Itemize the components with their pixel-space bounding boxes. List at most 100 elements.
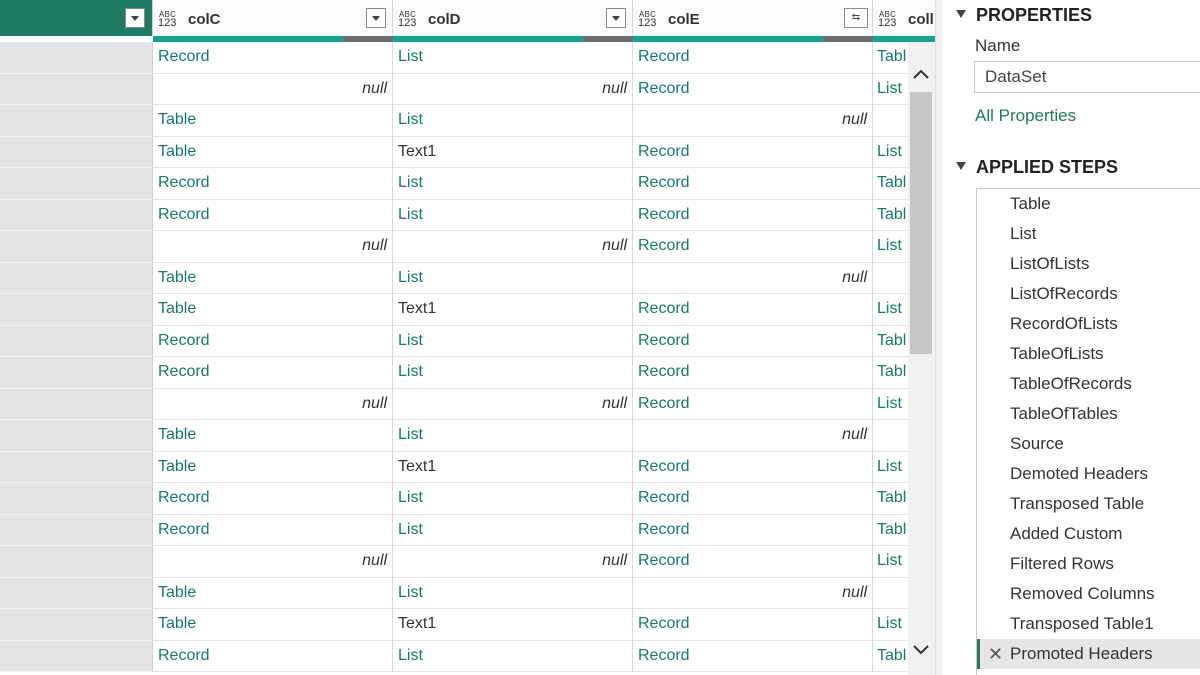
row-index-cell[interactable] [0, 420, 153, 452]
applied-step-item[interactable]: Demoted Headers [977, 459, 1200, 489]
row-index-cell[interactable] [0, 546, 153, 578]
row-index-cell[interactable] [0, 105, 153, 137]
table-cell[interactable]: null [393, 231, 633, 263]
table-cell[interactable]: List [393, 420, 633, 452]
table-cell[interactable]: null [153, 388, 393, 420]
table-cell[interactable]: List [393, 42, 633, 74]
any-type-icon[interactable]: ABC 123 [398, 10, 420, 30]
table-cell[interactable]: Table [153, 105, 393, 137]
table-cell[interactable]: Record [153, 483, 393, 515]
table-cell[interactable] [873, 420, 913, 452]
column-header-colC[interactable]: ABC 123 colC [153, 0, 393, 36]
delete-step-icon[interactable]: ✕ [988, 639, 1003, 669]
table-cell[interactable]: Record [153, 325, 393, 357]
table-cell[interactable]: List [873, 451, 913, 483]
table-cell[interactable]: Record [633, 514, 873, 546]
table-cell[interactable]: Tabl [873, 42, 913, 74]
any-type-icon[interactable]: ABC 123 [878, 10, 900, 30]
applied-step-item[interactable]: Filtered Rows [977, 549, 1200, 579]
table-cell[interactable]: Text1 [393, 609, 633, 641]
applied-step-item[interactable]: RecordOfLists [977, 309, 1200, 339]
row-index-cell[interactable] [0, 73, 153, 105]
pane-divider[interactable] [935, 0, 942, 675]
row-index-cell[interactable] [0, 514, 153, 546]
all-properties-link[interactable]: All Properties [975, 106, 1076, 126]
table-cell[interactable]: null [393, 388, 633, 420]
table-cell[interactable]: Record [153, 168, 393, 200]
table-cell[interactable]: Record [633, 609, 873, 641]
column-header-colD[interactable]: ABC 123 colD [393, 0, 633, 36]
table-cell[interactable]: List [393, 105, 633, 137]
any-type-icon[interactable]: ABC 123 [158, 10, 180, 30]
applied-step-item[interactable]: ListOfRecords [977, 279, 1200, 309]
vertical-scrollbar[interactable] [908, 42, 935, 675]
row-index-cell[interactable] [0, 577, 153, 609]
table-cell[interactable]: Text1 [393, 451, 633, 483]
applied-step-item[interactable]: Transposed Table1 [977, 609, 1200, 639]
query-name-input[interactable] [974, 61, 1200, 93]
table-cell[interactable]: Table [153, 136, 393, 168]
applied-step-item[interactable]: Removed Columns [977, 579, 1200, 609]
row-index-cell[interactable] [0, 451, 153, 483]
table-cell[interactable]: null [633, 105, 873, 137]
applied-step-item[interactable]: Source [977, 429, 1200, 459]
table-cell[interactable]: Text1 [393, 294, 633, 326]
applied-step-item[interactable]: Transposed Table [977, 489, 1200, 519]
table-cell[interactable]: Table [153, 294, 393, 326]
table-cell[interactable]: Record [633, 483, 873, 515]
row-index-cell[interactable] [0, 231, 153, 263]
filter-dropdown-icon[interactable] [606, 8, 626, 28]
table-cell[interactable]: List [873, 231, 913, 263]
table-cell[interactable]: null [153, 546, 393, 578]
table-cell[interactable]: Record [633, 73, 873, 105]
table-cell[interactable]: Record [633, 231, 873, 263]
table-cell[interactable]: Table [153, 262, 393, 294]
table-cell[interactable]: Table [153, 577, 393, 609]
column-header-coll[interactable]: ABC 123 coll [873, 0, 935, 36]
row-index-cell[interactable] [0, 325, 153, 357]
row-index-cell[interactable] [0, 136, 153, 168]
table-cell[interactable]: List [873, 136, 913, 168]
table-cell[interactable]: Record [633, 168, 873, 200]
table-cell[interactable]: Tabl [873, 199, 913, 231]
table-cell[interactable]: Record [153, 514, 393, 546]
row-index-cell[interactable] [0, 483, 153, 515]
table-cell[interactable]: null [153, 231, 393, 263]
table-cell[interactable]: Table [153, 451, 393, 483]
collapse-triangle-icon[interactable] [956, 162, 966, 170]
table-cell[interactable] [873, 105, 913, 137]
table-cell[interactable]: List [393, 514, 633, 546]
applied-step-item[interactable]: List [977, 219, 1200, 249]
row-index-cell[interactable] [0, 168, 153, 200]
table-cell[interactable]: Table [153, 609, 393, 641]
table-cell[interactable]: List [393, 577, 633, 609]
table-cell[interactable]: List [873, 388, 913, 420]
table-cell[interactable]: null [393, 73, 633, 105]
applied-step-item[interactable]: ✕ Promoted Headers [977, 639, 1200, 669]
table-cell[interactable]: Table [153, 420, 393, 452]
table-cell[interactable]: Tabl [873, 325, 913, 357]
table-cell[interactable]: Record [633, 42, 873, 74]
applied-steps-section-header[interactable]: APPLIED STEPS [956, 157, 1118, 178]
applied-step-item[interactable]: ListOfLists [977, 249, 1200, 279]
applied-step-item[interactable]: Table [977, 189, 1200, 219]
table-cell[interactable]: Record [153, 42, 393, 74]
table-cell[interactable]: List [873, 294, 913, 326]
scroll-down-icon[interactable] [912, 640, 930, 658]
expand-column-icon[interactable]: ⇆ [844, 8, 868, 28]
row-index-cell[interactable] [0, 388, 153, 420]
table-cell[interactable]: null [153, 73, 393, 105]
row-index-cell[interactable] [0, 262, 153, 294]
table-cell[interactable]: Record [633, 546, 873, 578]
applied-step-item[interactable]: TableOfLists [977, 339, 1200, 369]
scroll-up-icon[interactable] [912, 66, 930, 84]
table-cell[interactable]: List [393, 325, 633, 357]
applied-step-item[interactable]: Added Custom [977, 519, 1200, 549]
table-cell[interactable]: Record [633, 357, 873, 389]
table-cell[interactable]: Record [633, 388, 873, 420]
table-cell[interactable]: Record [153, 357, 393, 389]
collapse-triangle-icon[interactable] [956, 10, 966, 18]
table-cell[interactable]: Record [153, 640, 393, 672]
table-cell[interactable]: List [393, 262, 633, 294]
row-index-cell[interactable] [0, 640, 153, 672]
